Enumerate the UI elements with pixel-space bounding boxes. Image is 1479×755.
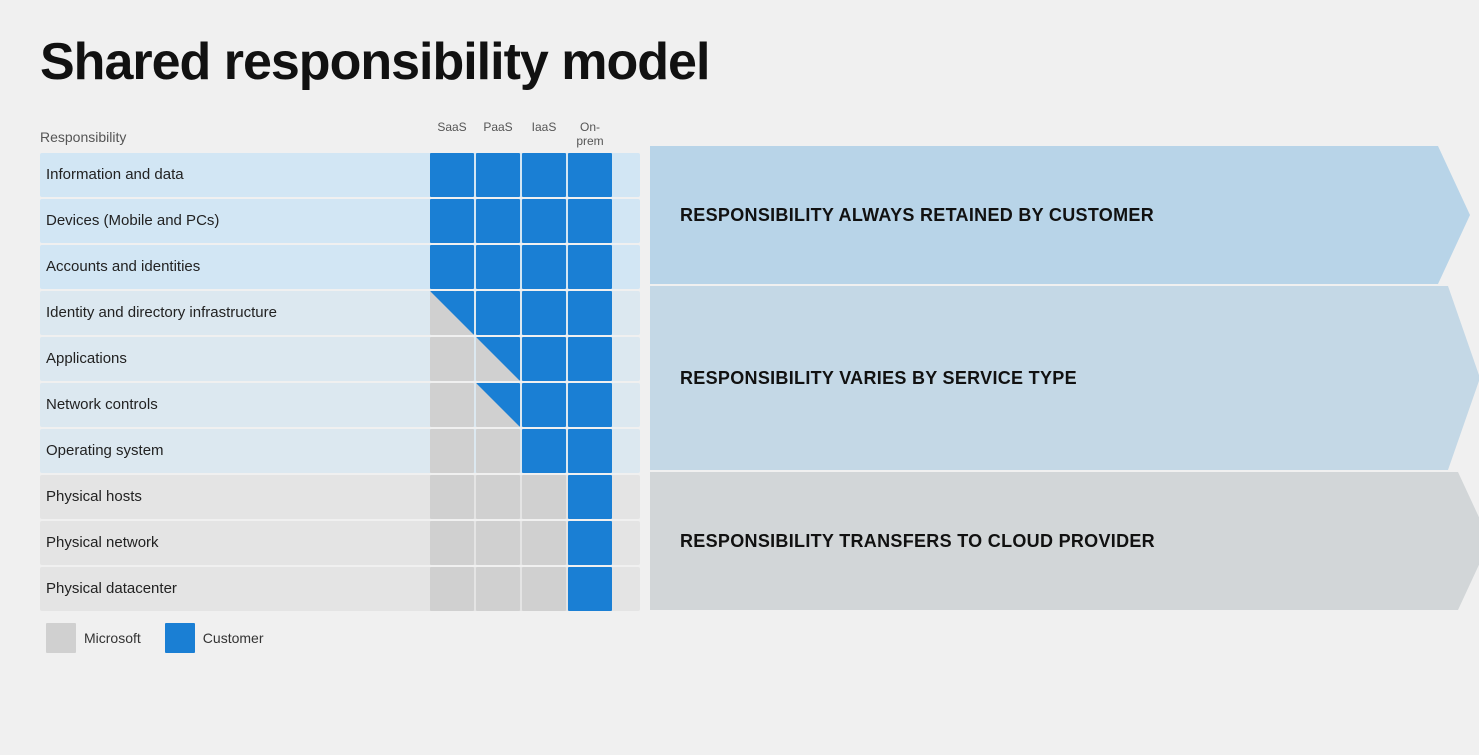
column-headers: SaaS PaaS IaaS On-prem bbox=[430, 120, 612, 149]
cell-onprem bbox=[568, 383, 612, 427]
cell-paas bbox=[476, 291, 520, 335]
cell-iaas bbox=[522, 153, 566, 197]
cell-iaas bbox=[522, 245, 566, 289]
table-row: Identity and directory infrastructure bbox=[40, 291, 640, 335]
cell-iaas bbox=[522, 475, 566, 519]
cell-saas bbox=[430, 245, 474, 289]
row-cells bbox=[430, 475, 612, 519]
legend-item-microsoft: Microsoft bbox=[46, 623, 141, 653]
legend-box-microsoft bbox=[46, 623, 76, 653]
row-cells bbox=[430, 567, 612, 611]
row-cells bbox=[430, 383, 612, 427]
cell-saas bbox=[430, 383, 474, 427]
legend-label-microsoft: Microsoft bbox=[84, 630, 141, 646]
row-label-network: Network controls bbox=[40, 396, 430, 413]
table-row: Operating system bbox=[40, 429, 640, 473]
table-row: Accounts and identities bbox=[40, 245, 640, 289]
row-label-devices: Devices (Mobile and PCs) bbox=[40, 212, 430, 229]
cell-paas-diag bbox=[476, 337, 520, 381]
table-row: Physical network bbox=[40, 521, 640, 565]
rows-wrapper: Information and data Devices (Mobile and… bbox=[40, 153, 640, 611]
row-cells bbox=[430, 521, 612, 565]
slide: Shared responsibility model Responsibili… bbox=[0, 0, 1479, 755]
cell-paas bbox=[476, 199, 520, 243]
table-row: Network controls bbox=[40, 383, 640, 427]
row-cells bbox=[430, 429, 612, 473]
row-cells bbox=[430, 291, 612, 335]
cell-iaas bbox=[522, 383, 566, 427]
arrow-always-text: RESPONSIBILITY ALWAYS RETAINED BY CUSTOM… bbox=[680, 205, 1154, 226]
arrows-section: RESPONSIBILITY ALWAYS RETAINED BY CUSTOM… bbox=[650, 146, 1479, 610]
row-cells bbox=[430, 153, 612, 197]
table-row: Applications bbox=[40, 337, 640, 381]
arrow-varies-text: RESPONSIBILITY VARIES BY SERVICE TYPE bbox=[680, 368, 1077, 389]
cell-paas bbox=[476, 245, 520, 289]
cell-paas-diag bbox=[476, 383, 520, 427]
cell-onprem bbox=[568, 291, 612, 335]
cell-saas bbox=[430, 337, 474, 381]
cell-onprem bbox=[568, 337, 612, 381]
cell-paas bbox=[476, 475, 520, 519]
cell-iaas bbox=[522, 567, 566, 611]
table-section: Responsibility SaaS PaaS IaaS On-prem In… bbox=[40, 120, 640, 653]
table-row: Devices (Mobile and PCs) bbox=[40, 199, 640, 243]
row-label-os: Operating system bbox=[40, 442, 430, 459]
page-title: Shared responsibility model bbox=[40, 32, 1439, 92]
cell-saas bbox=[430, 153, 474, 197]
arrow-varies: RESPONSIBILITY VARIES BY SERVICE TYPE bbox=[650, 286, 1479, 470]
col-header-saas: SaaS bbox=[430, 120, 474, 149]
table-row: Physical datacenter bbox=[40, 567, 640, 611]
legend-label-customer: Customer bbox=[203, 630, 264, 646]
cell-saas bbox=[430, 199, 474, 243]
table-row: Information and data bbox=[40, 153, 640, 197]
row-label-phys-network: Physical network bbox=[40, 534, 430, 551]
cell-paas bbox=[476, 429, 520, 473]
content-area: Responsibility SaaS PaaS IaaS On-prem In… bbox=[40, 120, 1439, 653]
row-label-applications: Applications bbox=[40, 350, 430, 367]
cell-onprem bbox=[568, 199, 612, 243]
cell-onprem bbox=[568, 429, 612, 473]
cell-onprem bbox=[568, 475, 612, 519]
col-header-iaas: IaaS bbox=[522, 120, 566, 149]
cell-saas bbox=[430, 429, 474, 473]
row-label-accounts: Accounts and identities bbox=[40, 258, 430, 275]
arrow-transfers-text: RESPONSIBILITY TRANSFERS TO CLOUD PROVID… bbox=[680, 531, 1155, 552]
arrow-transfers: RESPONSIBILITY TRANSFERS TO CLOUD PROVID… bbox=[650, 472, 1479, 610]
col-header-paas: PaaS bbox=[476, 120, 520, 149]
arrow-always: RESPONSIBILITY ALWAYS RETAINED BY CUSTOM… bbox=[650, 146, 1470, 284]
legend: Microsoft Customer bbox=[40, 623, 640, 653]
cell-onprem bbox=[568, 245, 612, 289]
responsibility-header: Responsibility bbox=[40, 129, 430, 149]
legend-item-customer: Customer bbox=[165, 623, 264, 653]
cell-iaas bbox=[522, 291, 566, 335]
cell-paas bbox=[476, 567, 520, 611]
row-label-info-data: Information and data bbox=[40, 166, 430, 183]
legend-box-customer bbox=[165, 623, 195, 653]
cell-saas bbox=[430, 521, 474, 565]
row-label-phys-hosts: Physical hosts bbox=[40, 488, 430, 505]
cell-iaas bbox=[522, 429, 566, 473]
cell-paas bbox=[476, 521, 520, 565]
cell-iaas bbox=[522, 521, 566, 565]
cell-iaas bbox=[522, 337, 566, 381]
cell-saas-diag bbox=[430, 291, 474, 335]
table-row: Physical hosts bbox=[40, 475, 640, 519]
row-cells bbox=[430, 245, 612, 289]
row-label-identity-dir: Identity and directory infrastructure bbox=[40, 304, 430, 321]
cell-saas bbox=[430, 567, 474, 611]
row-cells bbox=[430, 337, 612, 381]
cell-saas bbox=[430, 475, 474, 519]
cell-onprem bbox=[568, 521, 612, 565]
row-cells bbox=[430, 199, 612, 243]
cell-onprem bbox=[568, 153, 612, 197]
cell-paas bbox=[476, 153, 520, 197]
cell-onprem bbox=[568, 567, 612, 611]
col-header-onprem: On-prem bbox=[568, 120, 612, 149]
cell-iaas bbox=[522, 199, 566, 243]
table-header-row: Responsibility SaaS PaaS IaaS On-prem bbox=[40, 120, 640, 149]
row-label-phys-datacenter: Physical datacenter bbox=[40, 580, 430, 597]
